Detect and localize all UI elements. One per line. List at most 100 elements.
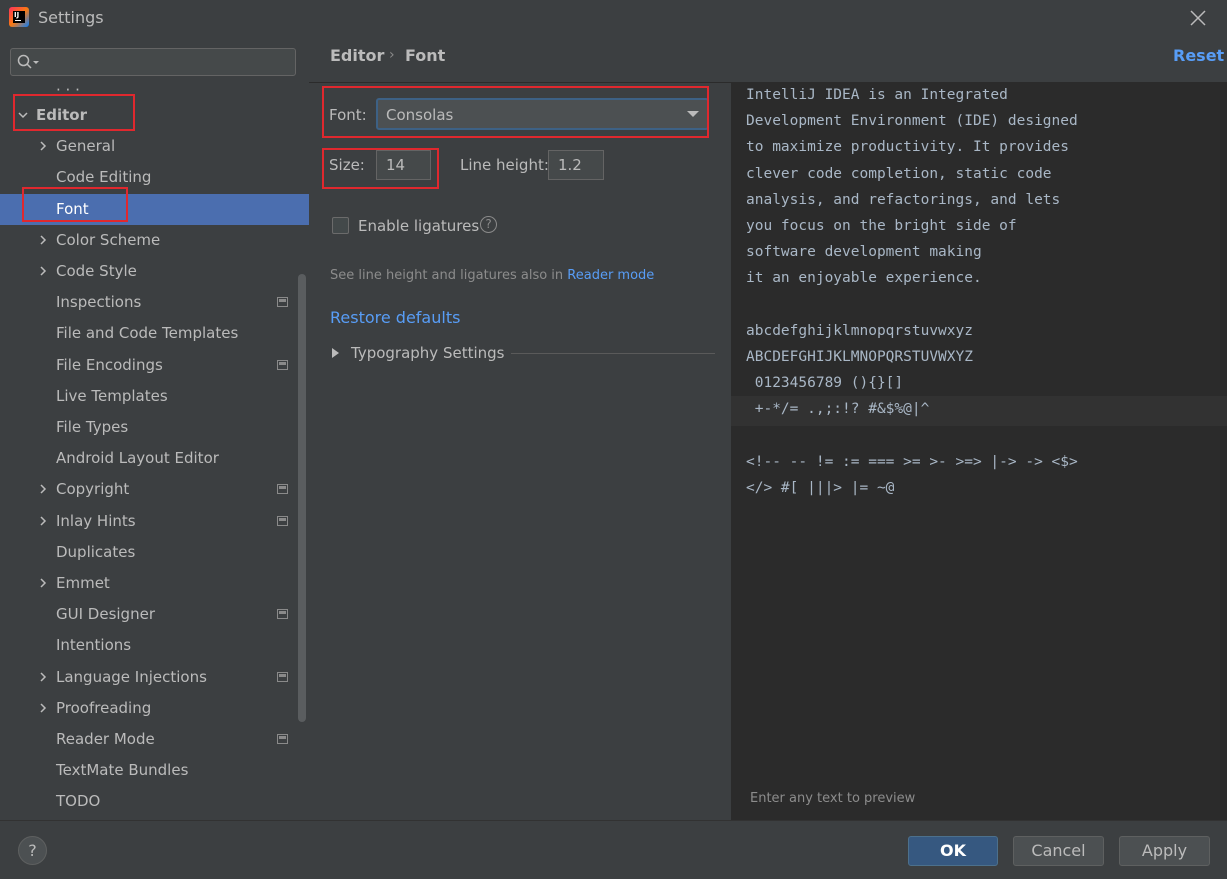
line-height-field-value: 1.2 xyxy=(558,156,582,174)
sidebar-item-label: Live Templates xyxy=(56,387,168,405)
preview-line: Development Environment (IDE) designed xyxy=(746,113,1078,129)
preview-line: it an enjoyable experience. xyxy=(746,270,982,286)
sidebar-item-color-scheme[interactable]: Color Scheme xyxy=(0,225,309,256)
preview-line: 0123456789 (){}[] xyxy=(746,375,904,391)
sidebar-item-file-encodings[interactable]: File Encodings xyxy=(0,350,309,381)
font-label: Font: xyxy=(329,106,367,124)
project-settings-icon xyxy=(277,672,288,682)
ok-button[interactable]: OK xyxy=(908,836,998,866)
breadcrumb-font: Font xyxy=(405,46,446,65)
preview-line: you focus on the bright side of xyxy=(746,218,1017,234)
expand-arrow-icon[interactable] xyxy=(332,348,339,358)
hint-text: See line height and ligatures also in xyxy=(330,268,568,283)
chevron-right-icon[interactable] xyxy=(38,578,48,588)
chevron-right-icon[interactable] xyxy=(38,141,48,151)
sidebar-item-label: Code Editing xyxy=(56,168,152,186)
preview-line: software development making xyxy=(746,244,982,260)
chevron-right-icon[interactable] xyxy=(38,266,48,276)
preview-line: </> #[ |||> |= ~@ xyxy=(746,480,895,496)
chevron-right-icon[interactable] xyxy=(38,516,48,526)
sidebar-item-duplicates[interactable]: Duplicates xyxy=(0,537,309,568)
preview-line: analysis, and refactorings, and lets xyxy=(746,192,1061,208)
search-input[interactable] xyxy=(10,48,296,76)
line-height-field[interactable]: 1.2 xyxy=(548,150,604,180)
enable-ligatures-checkbox[interactable] xyxy=(332,217,349,234)
cancel-button[interactable]: Cancel xyxy=(1013,836,1104,866)
font-preview-area[interactable]: IntelliJ IDEA is an Integrated Developmen… xyxy=(731,83,1227,820)
sidebar-item-intentions[interactable]: Intentions xyxy=(0,630,309,661)
sidebar-item-editor[interactable]: Editor xyxy=(0,100,309,131)
preview-line: to maximize productivity. It provides xyxy=(746,139,1070,155)
chevron-right-icon[interactable] xyxy=(38,484,48,494)
chevron-right-icon[interactable] xyxy=(38,703,48,713)
help-circle-icon[interactable]: ? xyxy=(480,216,497,233)
sidebar-item-inlay-hints[interactable]: Inlay Hints xyxy=(0,506,309,537)
breadcrumb-editor[interactable]: Editor xyxy=(330,46,384,65)
help-button[interactable]: ? xyxy=(18,836,47,865)
project-settings-icon xyxy=(277,734,288,744)
sidebar-item-language-injections[interactable]: Language Injections xyxy=(0,662,309,693)
sidebar-item-label: File Types xyxy=(56,418,129,436)
size-field-value: 14 xyxy=(386,156,406,174)
sidebar-item-label: Editor xyxy=(36,106,87,124)
sidebar-item-label: Emmet xyxy=(56,574,110,592)
sidebar-item-label: Font xyxy=(56,200,89,218)
size-field[interactable]: 14 xyxy=(376,150,431,180)
sidebar-item-file-and-code-templates[interactable]: File and Code Templates xyxy=(0,318,309,349)
reader-mode-link[interactable]: Reader mode xyxy=(567,268,654,283)
chevron-down-icon[interactable] xyxy=(18,110,28,120)
breadcrumb-separator: › xyxy=(389,47,395,63)
sidebar-item-code-style[interactable]: Code Style xyxy=(0,256,309,287)
content-header: Editor › Font Reset xyxy=(309,36,1227,83)
sidebar-item-label: Proofreading xyxy=(56,699,152,717)
sidebar-item-label: Android Layout Editor xyxy=(56,449,219,467)
project-settings-icon xyxy=(277,360,288,370)
dialog-button-bar: ? OK Cancel Apply xyxy=(0,820,1227,879)
settings-sidebar: · · · Editor General Code Editing Font Color… xyxy=(0,36,309,820)
typography-settings-toggle[interactable]: Typography Settings xyxy=(351,344,504,362)
sidebar-item-label: GUI Designer xyxy=(56,605,155,623)
sidebar-item-textmate-bundles[interactable]: TextMate Bundles xyxy=(0,755,309,786)
preview-line: clever code completion, static code xyxy=(746,166,1052,182)
sidebar-item-label: File and Code Templates xyxy=(56,324,239,342)
sidebar-item-label: Inlay Hints xyxy=(56,512,136,530)
sidebar-item-gui-designer[interactable]: GUI Designer xyxy=(0,599,309,630)
sidebar-item-code-editing[interactable]: Code Editing xyxy=(0,162,309,193)
sidebar-item-emmet[interactable]: Emmet xyxy=(0,568,309,599)
sidebar-item-label: Inspections xyxy=(56,293,142,311)
sidebar-item-todo[interactable]: TODO xyxy=(0,786,309,817)
sidebar-item-copyright[interactable]: Copyright xyxy=(0,474,309,505)
sidebar-scrollbar[interactable] xyxy=(298,274,306,722)
sidebar-item-reader-mode[interactable]: Reader Mode xyxy=(0,724,309,755)
preview-line: IntelliJ IDEA is an Integrated xyxy=(746,87,1008,103)
reset-link[interactable]: Reset xyxy=(1173,46,1224,65)
preview-line: +-*/= .,;:!? #&$%@|^ xyxy=(746,401,930,417)
sidebar-item-general[interactable]: General xyxy=(0,131,309,162)
font-select[interactable]: Consolas xyxy=(376,98,709,130)
size-label: Size: xyxy=(329,156,365,174)
chevron-right-icon[interactable] xyxy=(38,235,48,245)
project-settings-icon xyxy=(277,609,288,619)
enable-ligatures-label[interactable]: Enable ligatures xyxy=(358,217,479,235)
preview-footer-hint: Enter any text to preview xyxy=(750,791,916,806)
font-select-value: Consolas xyxy=(386,106,454,124)
project-settings-icon xyxy=(277,516,288,526)
sidebar-item-inspections[interactable]: Inspections xyxy=(0,287,309,318)
line-height-label: Line height: xyxy=(460,156,549,174)
close-icon[interactable] xyxy=(1188,8,1208,28)
restore-defaults-link[interactable]: Restore defaults xyxy=(330,308,460,327)
sidebar-item-font[interactable]: Font xyxy=(0,194,309,225)
sidebar-item-file-types[interactable]: File Types xyxy=(0,412,309,443)
sidebar-item-label: Code Style xyxy=(56,262,137,280)
sidebar-item-label: TextMate Bundles xyxy=(56,761,189,779)
sidebar-item-label: Intentions xyxy=(56,636,132,654)
search-icon xyxy=(17,54,39,69)
project-settings-icon xyxy=(277,484,288,494)
sidebar-item-live-templates[interactable]: Live Templates xyxy=(0,381,309,412)
sidebar-item-android-layout-editor[interactable]: Android Layout Editor xyxy=(0,443,309,474)
apply-button[interactable]: Apply xyxy=(1119,836,1210,866)
title-bar: IJ Settings xyxy=(0,0,1227,36)
sidebar-item-proofreading[interactable]: Proofreading xyxy=(0,693,309,724)
chevron-right-icon[interactable] xyxy=(38,672,48,682)
preview-line: <!-- -- != := === >= >- >=> |-> -> <$> xyxy=(746,454,1078,470)
